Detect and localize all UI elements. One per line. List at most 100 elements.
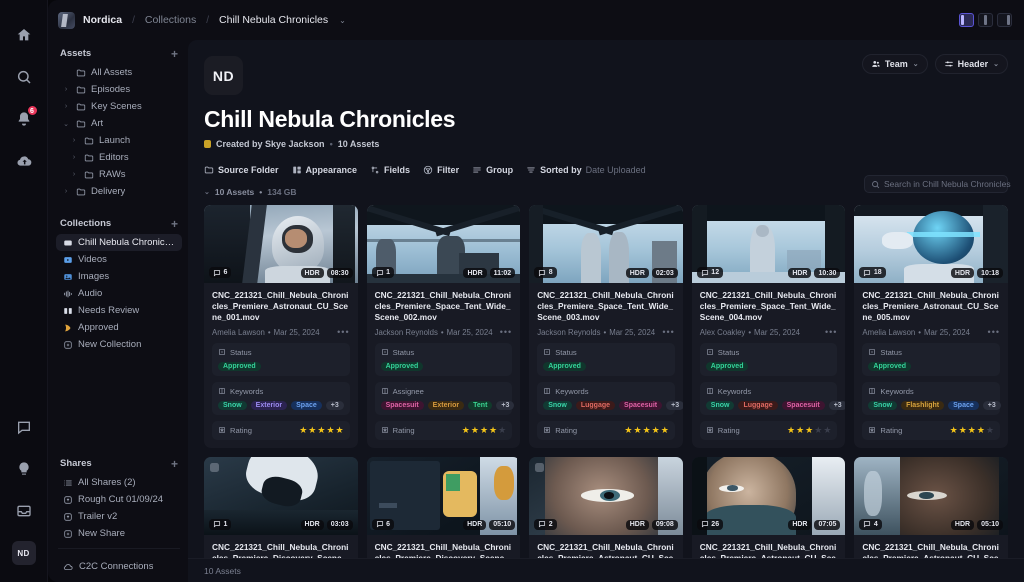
sidebar-item-editors[interactable]: › Editors xyxy=(56,149,182,166)
breadcrumb-collections[interactable]: Collections xyxy=(145,14,196,26)
rating-star[interactable]: ★ xyxy=(968,426,976,435)
rating-star[interactable]: ★ xyxy=(462,426,470,435)
status-badge[interactable]: Approved xyxy=(706,362,749,371)
comment-count-badge[interactable]: 12 xyxy=(697,267,723,278)
asset-thumbnail[interactable]: 18 HDR 10:18 xyxy=(854,205,1008,283)
center-panel-toggle-button[interactable] xyxy=(978,13,993,27)
rating-stars[interactable]: ★★★★★ xyxy=(950,426,994,435)
comment-count-badge[interactable]: 4 xyxy=(859,519,881,530)
asset-card[interactable]: 6 HDR 08:30 CNC_221321_Chill_Nebula_Chro… xyxy=(204,205,358,448)
rating-star[interactable]: ★ xyxy=(308,426,316,435)
rating-star[interactable]: ★ xyxy=(814,426,822,435)
rating-star[interactable]: ★ xyxy=(633,426,641,435)
keyword-tag[interactable]: Exterior xyxy=(428,401,464,410)
comment-count-badge[interactable]: 6 xyxy=(209,267,231,278)
rating-star[interactable]: ★ xyxy=(805,426,813,435)
status-badge[interactable]: Approved xyxy=(218,362,261,371)
rating-star[interactable]: ★ xyxy=(959,426,967,435)
rating-stars[interactable]: ★★★★★ xyxy=(624,426,668,435)
keyword-tag[interactable]: Snow xyxy=(706,401,735,410)
rating-star[interactable]: ★ xyxy=(652,426,660,435)
source-folder-button[interactable]: Source Folder xyxy=(204,165,279,175)
rating-star[interactable]: ★ xyxy=(950,426,958,435)
rating-field[interactable]: Rating ★★★★★ xyxy=(700,421,838,440)
status-field[interactable]: Status Approved xyxy=(700,343,838,376)
rail-avatar-wrap[interactable]: ND xyxy=(9,538,39,568)
keyword-tag[interactable]: Tent xyxy=(468,401,492,410)
keyword-tag[interactable]: Snow xyxy=(218,401,247,410)
asset-select-checkbox[interactable] xyxy=(535,463,544,472)
keyword-tag[interactable]: Spacesuit xyxy=(782,401,825,410)
rating-field[interactable]: Rating ★★★★★ xyxy=(375,421,513,440)
keyword-tag[interactable]: Exterior xyxy=(251,401,287,410)
chevron-right-icon[interactable]: › xyxy=(70,171,78,178)
search-icon[interactable] xyxy=(9,62,39,92)
rating-star[interactable]: ★ xyxy=(299,426,307,435)
asset-thumbnail[interactable]: 8 HDR 02:03 xyxy=(529,205,683,283)
rating-stars[interactable]: ★★★★★ xyxy=(787,426,831,435)
keyword-tag[interactable]: Snow xyxy=(868,401,897,410)
status-field[interactable]: Status Approved xyxy=(375,343,513,376)
chevron-down-icon[interactable]: ⌄ xyxy=(339,16,346,25)
comment-count-badge[interactable]: 2 xyxy=(534,519,556,530)
comment-count-badge[interactable]: 8 xyxy=(534,267,556,278)
keyword-tag[interactable]: Luggage xyxy=(738,401,777,410)
sidebar-item-delivery[interactable]: › Delivery xyxy=(56,183,182,200)
keyword-tag[interactable]: Flashlight xyxy=(901,401,944,410)
more-tags-badge[interactable]: +3 xyxy=(983,401,1001,410)
upload-icon[interactable] xyxy=(9,146,39,176)
sidebar-item-episodes[interactable]: › Episodes xyxy=(56,81,182,98)
chevron-right-icon[interactable]: › xyxy=(62,86,70,93)
asset-thumbnail[interactable]: 6 HDR 08:30 xyxy=(204,205,358,283)
add-asset-button[interactable]: + xyxy=(171,49,178,59)
rating-star[interactable]: ★ xyxy=(977,426,985,435)
rating-star[interactable]: ★ xyxy=(661,426,669,435)
comment-count-badge[interactable]: 6 xyxy=(372,519,394,530)
team-button[interactable]: Team ⌄ xyxy=(862,54,928,74)
rating-field[interactable]: Rating ★★★★★ xyxy=(212,421,350,440)
sidebar-item-key-scenes[interactable]: › Key Scenes xyxy=(56,98,182,115)
asset-thumbnail[interactable]: 26 HDR 07:05 xyxy=(692,457,846,535)
rating-star[interactable]: ★ xyxy=(787,426,795,435)
asset-select-checkbox[interactable] xyxy=(210,463,219,472)
rating-star[interactable]: ★ xyxy=(986,426,994,435)
rating-stars[interactable]: ★★★★★ xyxy=(462,426,506,435)
comment-count-badge[interactable]: 1 xyxy=(372,267,394,278)
keywords-field[interactable]: Keywords SnowExteriorSpace+3 xyxy=(212,382,350,415)
sidebar-item-audio[interactable]: Audio xyxy=(56,285,182,302)
sidebar-item-new-collection[interactable]: New Collection xyxy=(56,336,182,353)
header-settings-button[interactable]: Header ⌄ xyxy=(935,54,1008,74)
breadcrumb-current[interactable]: Chill Nebula Chronicles xyxy=(219,14,328,26)
rating-field[interactable]: Rating ★★★★★ xyxy=(537,421,675,440)
asset-thumbnail[interactable]: 1 HDR 11:02 xyxy=(367,205,521,283)
asset-card[interactable]: 18 HDR 10:18 CNC_221321_Chill_Nebula_Chr… xyxy=(854,205,1008,448)
rating-star[interactable]: ★ xyxy=(489,426,497,435)
chevron-right-icon[interactable]: › xyxy=(70,137,78,144)
search-input[interactable]: Search in Chill Nebula Chronicles xyxy=(864,175,1008,193)
fields-button[interactable]: Fields xyxy=(370,165,410,175)
rating-star[interactable]: ★ xyxy=(823,426,831,435)
asset-more-button[interactable]: ••• xyxy=(337,329,349,335)
rating-star[interactable]: ★ xyxy=(796,426,804,435)
keywords-field[interactable]: Keywords SnowFlashlightSpace+3 xyxy=(862,382,1000,415)
group-button[interactable]: Group xyxy=(472,165,513,175)
appearance-button[interactable]: Appearance xyxy=(292,165,358,175)
comment-count-badge[interactable]: 26 xyxy=(697,519,723,530)
left-panel-toggle-button[interactable] xyxy=(959,13,974,27)
rating-star[interactable]: ★ xyxy=(317,426,325,435)
sort-button[interactable]: Sorted by Date Uploaded xyxy=(526,165,646,175)
asset-more-button[interactable]: ••• xyxy=(988,329,1000,335)
chevron-down-icon[interactable]: ⌄ xyxy=(62,120,70,128)
chat-icon[interactable] xyxy=(9,412,39,442)
keyword-tag[interactable]: Space xyxy=(948,401,979,410)
asset-card[interactable]: 1 HDR 11:02 CNC_221321_Chill_Nebula_Chro… xyxy=(367,205,521,448)
chevron-down-icon[interactable]: ⌄ xyxy=(204,188,210,196)
rating-star[interactable]: ★ xyxy=(471,426,479,435)
chevron-right-icon[interactable]: › xyxy=(70,154,78,161)
rating-star[interactable]: ★ xyxy=(643,426,651,435)
status-badge[interactable]: Approved xyxy=(543,362,586,371)
sidebar-item-videos[interactable]: Videos xyxy=(56,251,182,268)
rating-field[interactable]: Rating ★★★★★ xyxy=(862,421,1000,440)
sidebar-item-c2c-connections[interactable]: C2C Connections xyxy=(56,555,182,582)
status-field[interactable]: Status Approved xyxy=(212,343,350,376)
